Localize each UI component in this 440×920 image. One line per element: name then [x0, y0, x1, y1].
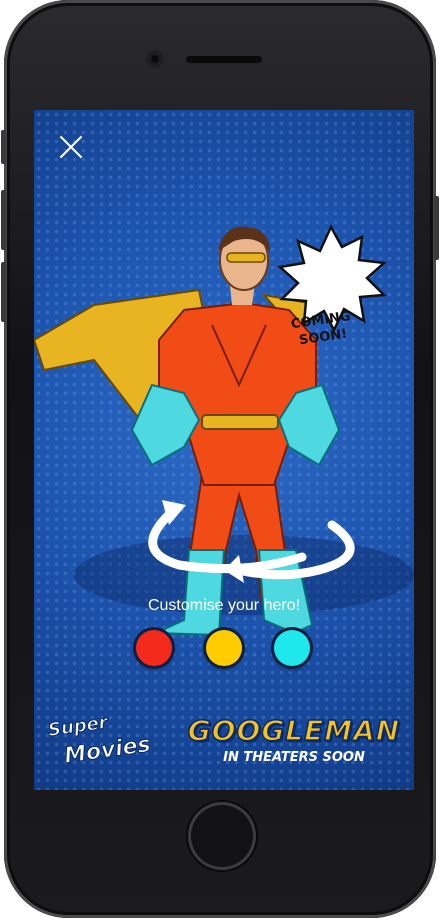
power-button	[434, 196, 439, 260]
movie-title: GOOGLEMAN	[187, 713, 401, 748]
earpiece-speaker	[186, 56, 262, 63]
hero-figure[interactable]	[34, 165, 414, 645]
customise-tagline: Customise your hero!	[147, 597, 301, 614]
super-movies-logo: Super Movies	[44, 710, 154, 780]
volume-up-button	[1, 190, 6, 250]
volume-down-button	[1, 262, 6, 322]
movie-subtitle: IN THEATERS SOON	[223, 750, 365, 765]
swatch-red[interactable]	[136, 630, 172, 666]
ad-screen: COMING SOON! Customise your hero! Super …	[34, 110, 414, 790]
swatch-cyan[interactable]	[274, 630, 310, 666]
brand-line-1: Super	[46, 711, 109, 742]
brand-line-2: Movies	[62, 732, 153, 770]
swatch-yellow[interactable]	[206, 630, 242, 666]
close-icon[interactable]	[56, 132, 86, 162]
home-button[interactable]	[188, 802, 256, 870]
mute-switch	[1, 130, 6, 164]
hero-mask	[226, 252, 266, 263]
front-camera	[148, 52, 162, 66]
hero-belt	[201, 414, 279, 430]
phone-frame: COMING SOON! Customise your hero! Super …	[1, 0, 439, 918]
